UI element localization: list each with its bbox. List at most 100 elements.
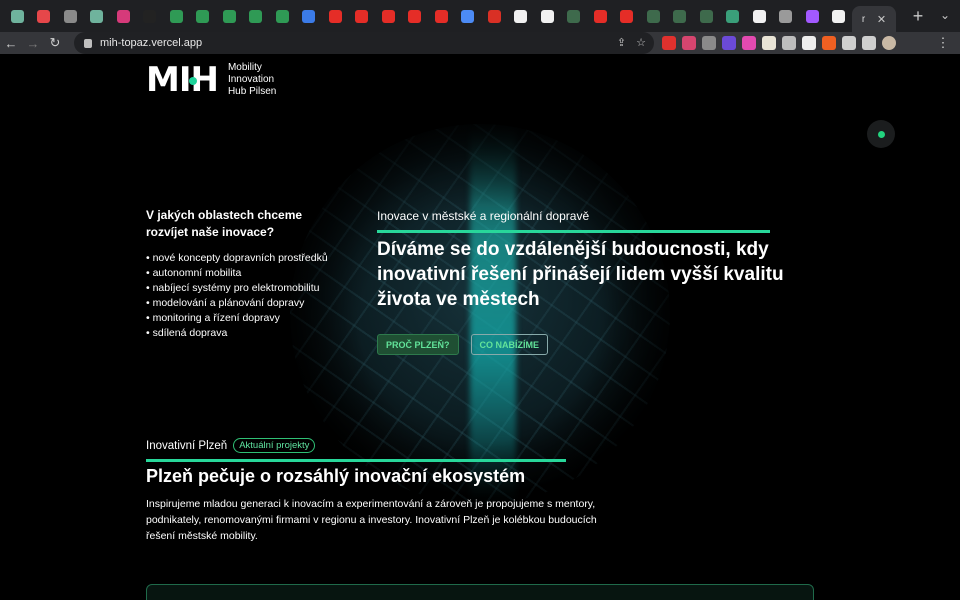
browser-tab[interactable]: [84, 3, 111, 29]
new-tab-button[interactable]: +: [904, 6, 932, 27]
url-text[interactable]: mih-topaz.vercel.app: [100, 37, 202, 49]
forward-button[interactable]: →: [22, 36, 44, 51]
site-logo[interactable]: MIH Mobility Innovation Hub Pilsen: [146, 62, 276, 98]
tab-search-icon[interactable]: ⌄: [940, 8, 950, 22]
hero-section: Inovace v městské a regionální dopravě D…: [377, 208, 817, 355]
copy-extension-icon[interactable]: [782, 36, 796, 50]
browser-tab[interactable]: [190, 3, 217, 29]
innovation-areas-title: V jakých oblastech chceme rozvíjet naše …: [146, 208, 303, 239]
browser-tab[interactable]: [455, 3, 482, 29]
active-browser-tab[interactable]: r ✕: [852, 6, 896, 32]
chatgpt-icon: [726, 9, 740, 23]
bookmark-star-icon[interactable]: ☆: [636, 36, 646, 49]
puzzle-extension-icon[interactable]: [722, 36, 736, 50]
browser-tab[interactable]: [773, 3, 800, 29]
meet-icon: [249, 9, 263, 23]
current-projects-badge[interactable]: Aktuální projekty: [233, 438, 316, 453]
extensions-puzzle-icon[interactable]: [842, 36, 856, 50]
lock-icon[interactable]: [84, 38, 92, 48]
reload-button[interactable]: ↻: [44, 35, 66, 51]
what-we-offer-button[interactable]: CO NABÍZÍME: [470, 334, 549, 355]
browser-tab[interactable]: [349, 3, 376, 29]
list-item: • sdílená doprava: [146, 327, 228, 339]
browser-tab[interactable]: [614, 3, 641, 29]
browser-tab[interactable]: [746, 3, 773, 29]
browser-tab[interactable]: [322, 3, 349, 29]
shield-extension-icon[interactable]: [662, 36, 676, 50]
browser-tab-strip: r ✕ + ⌄: [0, 0, 960, 32]
extensions-row: [662, 36, 896, 50]
browser-tab[interactable]: [720, 3, 747, 29]
section-header: Inovativní Plzeň Aktuální projekty: [146, 438, 626, 453]
why-pilsen-button[interactable]: PROČ PLZEŇ?: [377, 334, 459, 355]
section-accent-line: [146, 459, 566, 462]
browser-tab[interactable]: [375, 3, 402, 29]
hero-accent-line: [377, 230, 770, 233]
browser-tab[interactable]: [826, 3, 853, 29]
google-icon: [832, 9, 846, 23]
browser-tab[interactable]: [799, 3, 826, 29]
browser-tab[interactable]: [428, 3, 455, 29]
sidepanel-icon[interactable]: [862, 36, 876, 50]
note-extension-icon[interactable]: [762, 36, 776, 50]
browser-tab[interactable]: [243, 3, 270, 29]
terminal-icon: [699, 9, 713, 23]
browser-tab[interactable]: [57, 3, 84, 29]
formula-extension-icon[interactable]: [702, 36, 716, 50]
omnibox-actions: ⇪ ☆: [617, 36, 646, 49]
meet-icon: [196, 9, 210, 23]
browser-tab[interactable]: [640, 3, 667, 29]
browser-tab[interactable]: [402, 3, 429, 29]
meet-icon: [169, 9, 183, 23]
browser-toolbar: ← → ↻ mih-topaz.vercel.app ⇪ ☆ ⋮: [0, 32, 960, 54]
google-icon: [514, 9, 528, 23]
logo-line-1: Mobility: [227, 62, 262, 73]
back-button[interactable]: ←: [0, 36, 22, 51]
active-tab-label: r: [861, 13, 866, 25]
logo-mark: MIH: [146, 63, 219, 97]
project-card[interactable]: [146, 584, 814, 600]
logo-dot: [189, 77, 197, 85]
color-extension-icon[interactable]: [742, 36, 756, 50]
pocket-extension-icon[interactable]: [682, 36, 696, 50]
innovation-areas: V jakých oblastech chceme rozvíjet naše …: [146, 207, 346, 341]
browser-tab[interactable]: [110, 3, 137, 29]
browser-tab[interactable]: [587, 3, 614, 29]
browser-tab[interactable]: [481, 3, 508, 29]
browser-tab[interactable]: [4, 3, 31, 29]
innovative-pilsen-section: Inovativní Plzeň Aktuální projekty Plzeň…: [146, 438, 626, 544]
profile-avatar-icon[interactable]: [882, 36, 896, 50]
b-extension-icon[interactable]: [802, 36, 816, 50]
browser-tab[interactable]: [534, 3, 561, 29]
hero-buttons: PROČ PLZEŇ? CO NABÍZÍME: [377, 334, 817, 355]
youtube-icon: [620, 9, 634, 23]
browser-tab[interactable]: [667, 3, 694, 29]
terminal-icon: [646, 9, 660, 23]
share-icon[interactable]: ⇪: [617, 36, 626, 49]
browser-menu-button[interactable]: ⋮: [932, 35, 954, 51]
orange-extension-icon[interactable]: [822, 36, 836, 50]
terminal-icon: [673, 9, 687, 23]
browser-tab[interactable]: [163, 3, 190, 29]
section-title: Plzeň pečuje o rozsáhlý inovační ekosyst…: [146, 466, 526, 486]
youtube-icon: [355, 9, 369, 23]
innovation-areas-list: • nové koncepty dopravních prostředků • …: [146, 251, 346, 341]
list-item: • modelování a plánování dopravy: [146, 297, 305, 309]
browser-tab[interactable]: [269, 3, 296, 29]
status-indicator-button[interactable]: [867, 120, 895, 148]
close-tab-icon[interactable]: ✕: [877, 13, 886, 26]
browser-tab[interactable]: [31, 3, 58, 29]
logo-line-2: Innovation: [227, 74, 275, 85]
address-bar[interactable]: mih-topaz.vercel.app ⇪ ☆: [74, 32, 654, 54]
browser-tab[interactable]: [216, 3, 243, 29]
youtube-icon: [593, 9, 607, 23]
list-item: • nabíjecí systémy pro elektromobilitu: [146, 282, 320, 294]
hero-title: Díváme se do vzdálenější budoucnosti, kd…: [377, 239, 784, 310]
terminal-icon: [567, 9, 581, 23]
browser-tab[interactable]: [508, 3, 535, 29]
youtube-icon: [381, 9, 395, 23]
browser-tab[interactable]: [693, 3, 720, 29]
browser-tab[interactable]: [561, 3, 588, 29]
browser-tab[interactable]: [296, 3, 323, 29]
browser-tab[interactable]: [137, 3, 164, 29]
